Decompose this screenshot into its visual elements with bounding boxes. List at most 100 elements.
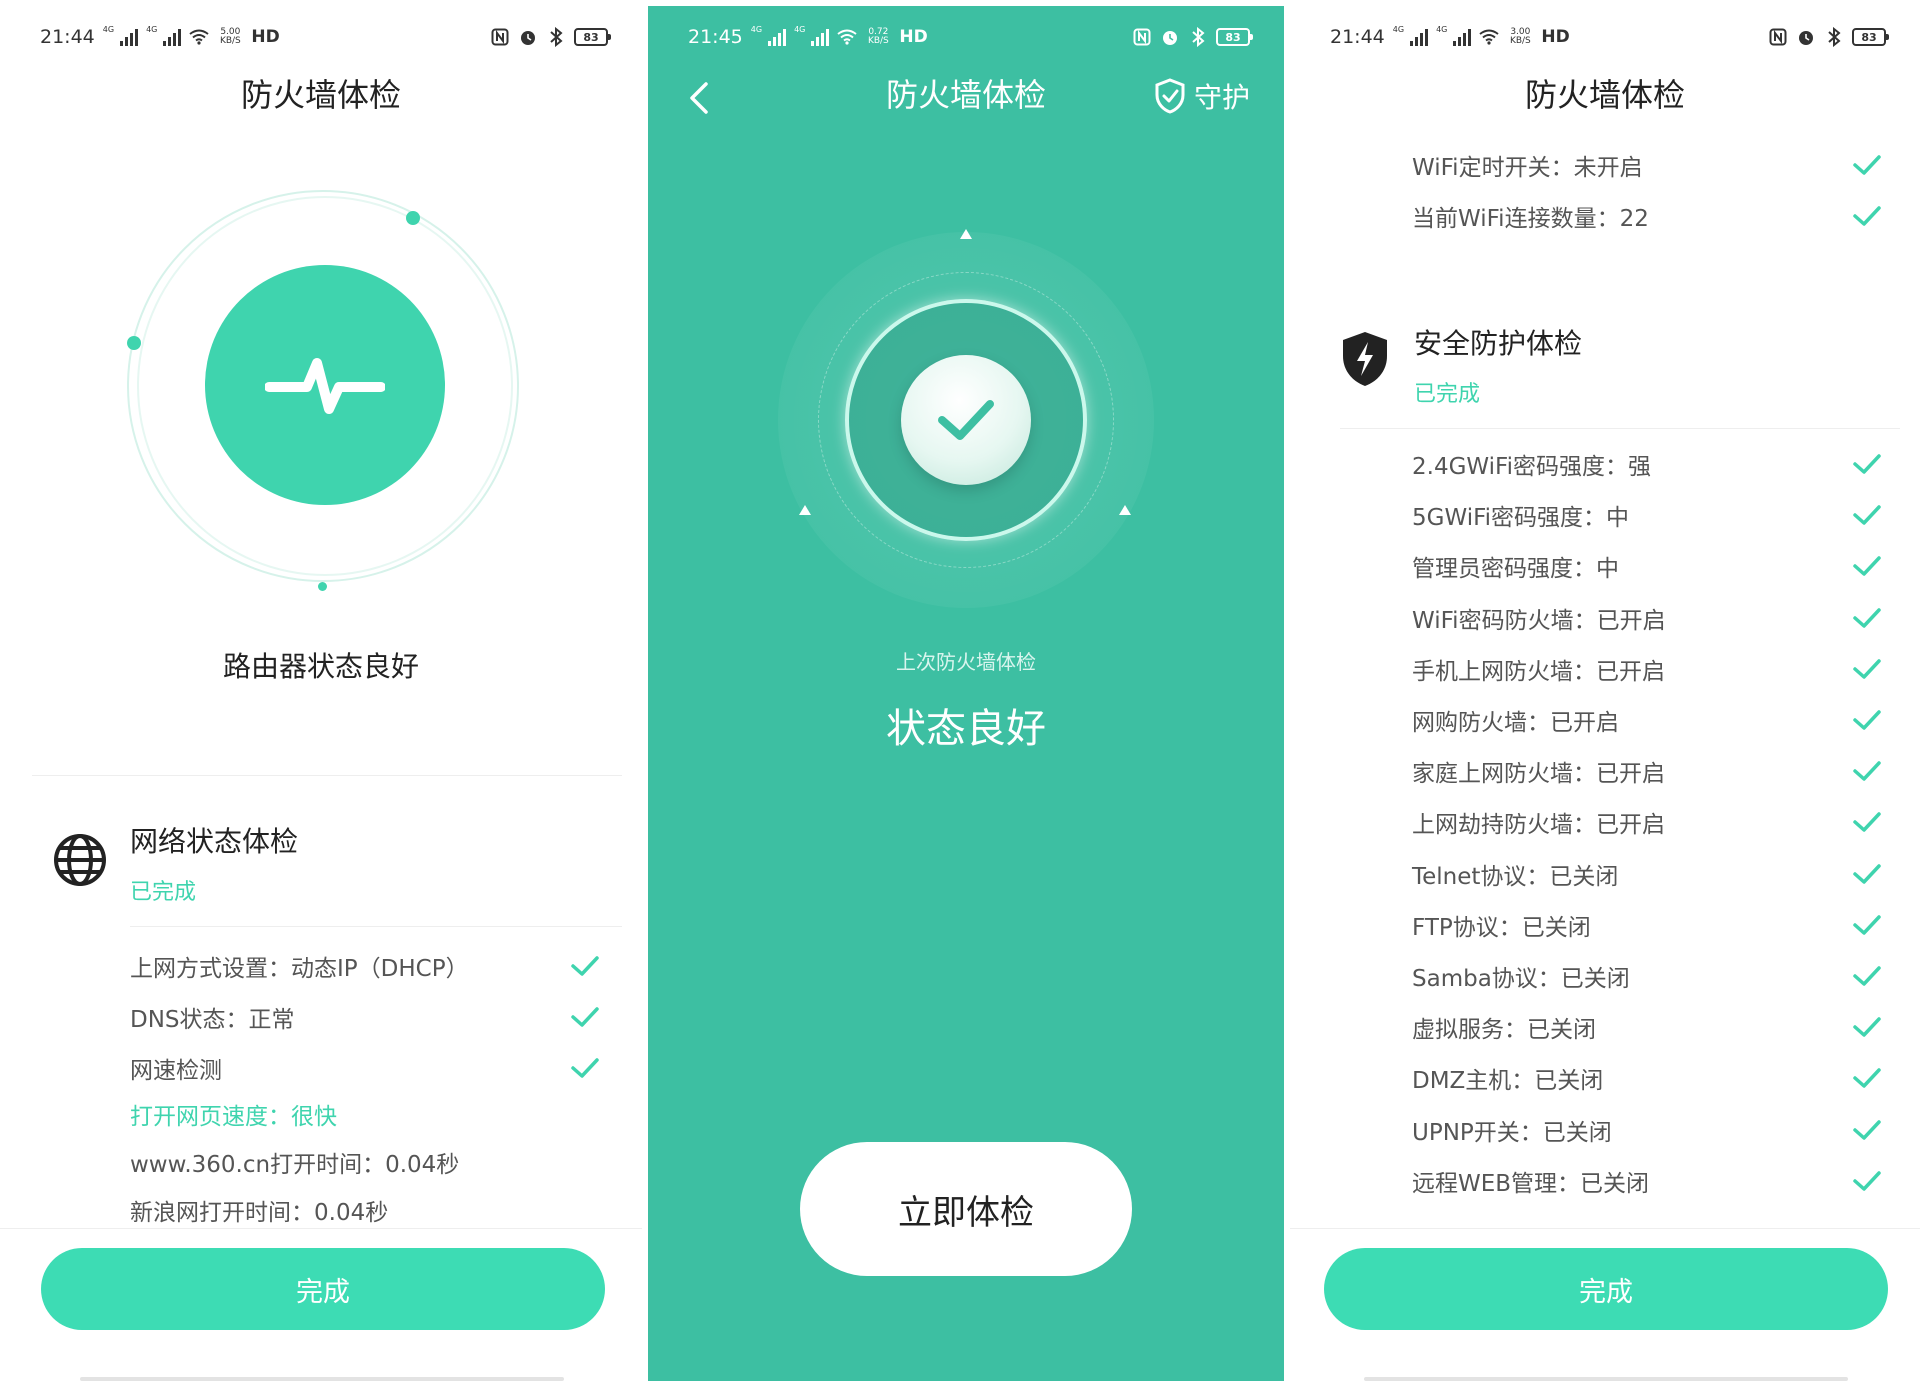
wifi-icon (1479, 27, 1499, 47)
orbit-dot (406, 211, 420, 225)
check-item: 家庭上网防火墙：已开启 (1412, 751, 1882, 791)
triangle-marker (1119, 505, 1131, 515)
shield-check-icon (1155, 78, 1185, 114)
check-item-label: 远程WEB管理：已关闭 (1412, 1170, 1650, 1197)
status-time: 21:45 (688, 26, 743, 48)
wifi-icon (837, 27, 857, 47)
check-item: 5GWiFi密码强度：中 (1412, 495, 1882, 535)
check-icon (1853, 1119, 1881, 1140)
pulse-icon (265, 358, 385, 414)
check-item: 上网方式设置：动态IP（DHCP） (130, 946, 600, 986)
page-title: 防火墙体检 (1524, 76, 1685, 114)
check-item: 当前WiFi连接数量：22 (1412, 196, 1882, 236)
check-item-label: 2.4GWiFi密码强度：强 (1412, 454, 1651, 480)
signal-icon (120, 28, 139, 46)
check-icon (1853, 812, 1881, 833)
check-item-label: 网速检测 (130, 1058, 222, 1084)
section-title: 安全防护体检 (1414, 327, 1583, 360)
guard-button[interactable]: 守护 (1154, 76, 1250, 116)
check-icon (1853, 710, 1881, 730)
check-item-label: 虚拟服务：已关闭 (1412, 1017, 1596, 1044)
check-now-button[interactable]: 立即体检 (800, 1142, 1132, 1276)
signal-icon (1410, 28, 1429, 46)
network-type-1: 4G (102, 25, 115, 34)
check-item-label: FTP协议：已关闭 (1412, 914, 1591, 941)
check-icon (1853, 206, 1881, 226)
check-item-label: 管理员密码强度：中 (1412, 556, 1619, 583)
status-time: 21:44 (1330, 26, 1385, 48)
status-bar: 21:44 4G 4G 3.00 KB/S HD 83 (1330, 22, 1889, 52)
section-network-check: 网络状态体检 已完成 (52, 820, 298, 906)
check-icon (938, 400, 994, 440)
check-item-label: WiFi定时开关：未开启 (1412, 155, 1643, 181)
hd-indicator: HD (899, 27, 928, 47)
check-icon (1853, 607, 1881, 628)
check-item: 2.4GWiFi密码强度：强 (1412, 444, 1882, 484)
check-icon (1853, 454, 1881, 474)
check-icon (1853, 915, 1881, 935)
battery-icon: 83 (1852, 28, 1889, 46)
done-button[interactable]: 完成 (41, 1248, 605, 1330)
divider (0, 1228, 642, 1229)
check-badge (901, 355, 1031, 485)
check-item: UPNP开关：已关闭 (1412, 1110, 1882, 1150)
speed-result: 打开网页速度：很快 (130, 1104, 337, 1130)
orbit-dot (127, 336, 141, 350)
shield-bolt-icon (1340, 330, 1390, 392)
check-icon (1853, 659, 1881, 679)
check-icon (571, 956, 599, 976)
alarm-icon (518, 27, 538, 47)
alarm-icon (1160, 27, 1180, 47)
router-status-indicator (205, 265, 445, 505)
status-bar: 21:44 4G 4G 5.00 KB/S HD 83 (40, 22, 611, 52)
check-item: WiFi定时开关：未开启 (1412, 145, 1882, 185)
nav-indicator (80, 1377, 564, 1381)
done-button[interactable]: 完成 (1324, 1248, 1888, 1330)
check-icon (1853, 155, 1881, 175)
check-item: 网购防火墙：已开启 (1412, 700, 1882, 740)
hd-indicator: HD (251, 27, 280, 47)
status-bar: 21:45 4G 4G 0.72 KB/S HD 83 (688, 22, 1253, 52)
check-item-label: 网购防火墙：已开启 (1412, 710, 1619, 736)
check-item: DMZ主机：已关闭 (1412, 1058, 1882, 1098)
check-icon (571, 1007, 599, 1027)
bluetooth-icon (1188, 27, 1208, 47)
network-type-2: 4G (146, 25, 158, 34)
section-status: 已完成 (130, 880, 197, 905)
signal-icon (768, 28, 787, 46)
signal-icon (1453, 28, 1472, 46)
section-security-check: 安全防护体检 已完成 (1340, 322, 1582, 408)
check-item-label: Samba协议：已关闭 (1412, 966, 1630, 992)
check-item-label: Telnet协议：已关闭 (1412, 863, 1619, 890)
status-time: 21:44 (40, 26, 95, 48)
network-speed: 3.00 KB/S (1509, 27, 1531, 46)
check-item: 手机上网防火墙：已开启 (1412, 649, 1882, 689)
network-type-1: 4G (750, 25, 763, 34)
divider (1340, 428, 1900, 429)
check-item: Telnet协议：已关闭 (1412, 854, 1882, 894)
screen-firewall-home: 21:45 4G 4G 0.72 KB/S HD 83 防火墙体检 守护 上次防… (648, 6, 1284, 1381)
speed-detail: www.360.cn打开时间：0.04秒 (130, 1152, 460, 1178)
divider (130, 926, 622, 927)
network-type-1: 4G (1392, 25, 1405, 34)
network-type-2: 4G (794, 25, 806, 34)
triangle-marker (960, 229, 972, 239)
check-icon (1853, 1068, 1881, 1089)
wifi-icon (189, 27, 209, 47)
divider (32, 775, 622, 776)
check-icon (1853, 505, 1881, 525)
nfc-icon (1132, 27, 1152, 47)
check-item: FTP协议：已关闭 (1412, 905, 1882, 945)
guard-label: 守护 (1193, 81, 1250, 114)
check-item: WiFi密码防火墙：已开启 (1412, 598, 1882, 638)
check-item-label: DNS状态：正常 (130, 1007, 295, 1033)
check-item-label: 上网方式设置：动态IP（DHCP） (130, 956, 469, 982)
check-item: 上网劫持防火墙：已开启 (1412, 802, 1882, 842)
nav-indicator (1364, 1377, 1848, 1381)
page-title: 防火墙体检 (240, 76, 401, 114)
check-icon (1853, 966, 1881, 986)
screen-network-check: 21:44 4G 4G 5.00 KB/S HD 83 防火墙体检 路由器状态良… (0, 0, 642, 1381)
network-type-2: 4G (1436, 25, 1448, 34)
check-icon (1853, 556, 1881, 577)
check-item: Samba协议：已关闭 (1412, 956, 1882, 996)
